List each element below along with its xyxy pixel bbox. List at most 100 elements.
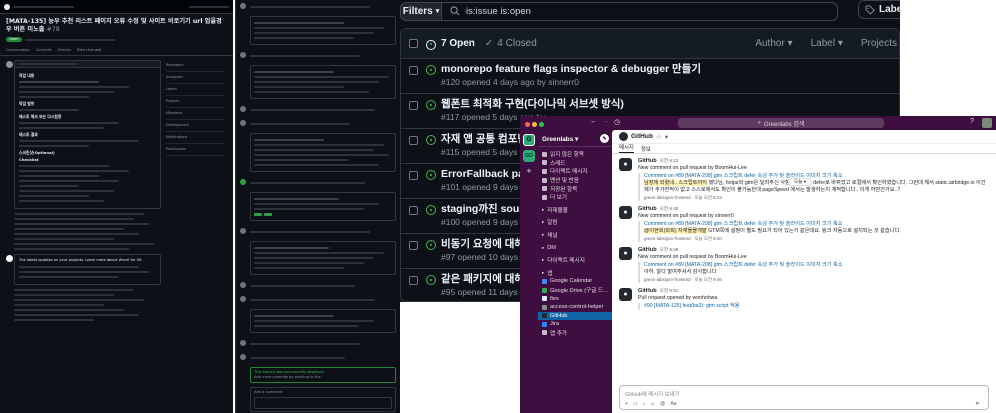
sidebar-item[interactable]: 더 보기	[538, 193, 612, 202]
sidebar-app[interactable]: Jira	[538, 320, 612, 329]
vercel-comment: The latest updates on your projects. Lea…	[6, 254, 161, 285]
label-filter[interactable]: Label ▾	[811, 38, 843, 49]
emoji-icon[interactable]: ☺	[650, 401, 655, 407]
sidebar-item[interactable]: 다이렉트 메시지	[538, 167, 612, 176]
sidebar-app[interactable]: GitHub	[538, 311, 612, 321]
issue-checkbox[interactable]	[409, 101, 418, 110]
message-sender[interactable]: GitHub	[638, 206, 657, 212]
attachment-link[interactable]: Comment on #89 [MATA-208] gtm 스크립트 defer…	[644, 262, 989, 269]
sidebar-section[interactable]: ▸ DM	[538, 243, 612, 252]
workspace-icon[interactable]: G	[523, 134, 535, 146]
plus-icon[interactable]: +	[625, 401, 628, 407]
filters-button[interactable]: Filters ▾	[400, 1, 442, 21]
user-avatar[interactable]	[982, 118, 992, 128]
review-comment	[250, 192, 396, 221]
sidebar-notifications[interactable]: Notifications	[166, 132, 224, 144]
message-sender[interactable]: GitHub	[638, 247, 657, 253]
issue-checkbox[interactable]	[409, 66, 418, 75]
comment-box[interactable]: Add a comment	[250, 387, 396, 412]
sidebar-assignees[interactable]: Assignees	[166, 72, 224, 84]
chevron-down-icon[interactable]: ▾	[665, 133, 668, 141]
slack-search[interactable]: ⌕ Greenlabs 검색	[678, 118, 884, 128]
message-time: 오전 9:46	[659, 247, 679, 252]
compose-icon[interactable]: ✎	[600, 134, 609, 143]
send-icon[interactable]: ➤	[975, 400, 980, 407]
message-input[interactable]: GitHub에 메시지 보내기 + ▭ ♪ ☺ @ Aa ➤	[619, 385, 989, 410]
issue-title-link[interactable]: 웹폰트 최적화 구현(다이나믹 서브셋 방식)	[441, 98, 624, 111]
mention-icon[interactable]: @	[660, 401, 665, 407]
mention-highlight[interactable]: @이현희(희희) 자재몰몰개발	[644, 228, 707, 234]
tab-conversation[interactable]: Conversation	[6, 48, 30, 53]
attachment-link[interactable]: #90 [MATA-125] feat(ba3): gtm script 적용	[644, 303, 989, 310]
mic-icon[interactable]: ♪	[643, 401, 646, 407]
issue-checkbox[interactable]	[409, 276, 418, 285]
tab-info[interactable]: 정보	[641, 145, 651, 153]
sidebar-app[interactable]: Google Calendar	[538, 277, 612, 286]
issue-row[interactable]: monorepo feature flags inspector & debug…	[401, 59, 899, 94]
search-icon	[450, 6, 460, 16]
sidebar-section[interactable]: ▸ 채널	[538, 231, 612, 240]
sidebar-section[interactable]: ▸ 다이렉트 메시지	[538, 256, 612, 265]
issue-checkbox[interactable]	[409, 136, 418, 145]
slack-message[interactable]: ● GitHub 오전 9:46 New comment on pull reques…	[612, 244, 996, 285]
window-maximize-icon[interactable]	[539, 122, 544, 127]
sidebar-labels[interactable]: Labels	[166, 84, 224, 96]
issue-title-link[interactable]: monorepo feature flags inspector & debug…	[441, 63, 701, 76]
date-divider[interactable]: 오늘 ▾	[788, 178, 813, 186]
issue-checkbox[interactable]	[409, 241, 418, 250]
message-sender[interactable]: GitHub	[638, 288, 657, 294]
back-arrow-icon[interactable]: ←	[590, 118, 597, 125]
sidebar-app[interactable]: flex	[538, 294, 612, 303]
sidebar-projects[interactable]: Projects	[166, 96, 224, 108]
workspace-menu[interactable]: Greenlabs ▾ ✎	[538, 130, 612, 147]
window-minimize-icon[interactable]	[532, 122, 537, 127]
sidebar-section[interactable]: ▸ 앱	[538, 269, 612, 278]
sidebar-section[interactable]: ▸ 알림	[538, 218, 612, 227]
star-icon[interactable]: ☆	[656, 133, 662, 141]
search-input[interactable]: is:issue is:open	[442, 1, 838, 21]
sidebar-item[interactable]: 읽지 않은 항목	[538, 150, 612, 159]
projects-filter[interactable]: Projects	[861, 38, 897, 49]
sidebar-app[interactable]: Google Drive (구글 드...	[538, 286, 612, 295]
format-icon[interactable]: Aa	[670, 401, 676, 407]
slack-message[interactable]: ● GitHub 오전 9:51 Pull request opened by won…	[612, 285, 996, 312]
issue-checkbox[interactable]	[409, 171, 418, 180]
attachment-link[interactable]: Comment on #89 [MATA-208] gtm 스크립트 defer…	[644, 173, 989, 180]
sidebar-app[interactable]: access-control-helper	[538, 303, 612, 312]
video-icon[interactable]: ▭	[633, 401, 638, 407]
attachment-body: 남장재 되렸네.. 스크립트까지 했다님, hotjar와 gtm은 딜려주신 …	[644, 180, 986, 193]
slack-message[interactable]: ● GitHub 오전 9:40 New comment on pull reques…	[612, 203, 996, 244]
help-icon[interactable]: ?	[970, 118, 974, 125]
window-close-icon[interactable]	[525, 122, 530, 127]
tab-commits[interactable]: Commits	[36, 48, 52, 53]
sidebar-item[interactable]: 저장된 항목	[538, 184, 612, 193]
sidebar-section[interactable]: ▸ 자재몰몰	[538, 206, 612, 215]
github-logo-icon[interactable]	[4, 3, 10, 10]
message-sender[interactable]: GitHub	[638, 158, 657, 164]
tab-files-changed[interactable]: Files changed	[77, 48, 102, 53]
closed-count[interactable]: 4 Closed	[497, 38, 536, 49]
sidebar-reviewers[interactable]: Reviewers	[166, 60, 224, 72]
channel-header[interactable]: GitHub ☆ ▾	[612, 130, 996, 144]
sidebar-participants[interactable]: Participants	[166, 144, 224, 156]
issue-checkbox[interactable]	[409, 206, 418, 215]
attachment-link[interactable]: Comment on #89 [MATA-208] gtm 스크립트 defer…	[644, 221, 989, 228]
sidebar-development[interactable]: Development	[166, 120, 224, 132]
tab-messages[interactable]: 메시지	[619, 144, 634, 153]
forward-arrow-icon[interactable]: →	[602, 118, 609, 125]
tab-checks[interactable]: Checks	[58, 48, 71, 53]
history-icon[interactable]: ◷	[614, 118, 620, 126]
sidebar-milestone[interactable]: Milestone	[166, 108, 224, 120]
author-filter[interactable]: Author ▾	[755, 38, 792, 49]
sidebar-item[interactable]: 스레드	[538, 159, 612, 168]
section-heading: 스크린샷(Optional)	[19, 150, 55, 155]
select-all-checkbox[interactable]	[409, 39, 418, 48]
labels-button[interactable]: Labels	[858, 0, 900, 19]
mention-highlight[interactable]: 남장재 되렸네.. 스크립트까지	[644, 180, 708, 186]
message-time: 오전 9:23	[659, 158, 679, 163]
workspace-icon[interactable]: GO	[523, 150, 535, 162]
open-count[interactable]: 7 Open	[441, 38, 475, 49]
add-workspace-icon[interactable]: +	[523, 166, 535, 176]
sidebar-item[interactable]: 멘션 및 반응	[538, 176, 612, 185]
sidebar-app[interactable]: 앱 추가	[538, 329, 612, 338]
